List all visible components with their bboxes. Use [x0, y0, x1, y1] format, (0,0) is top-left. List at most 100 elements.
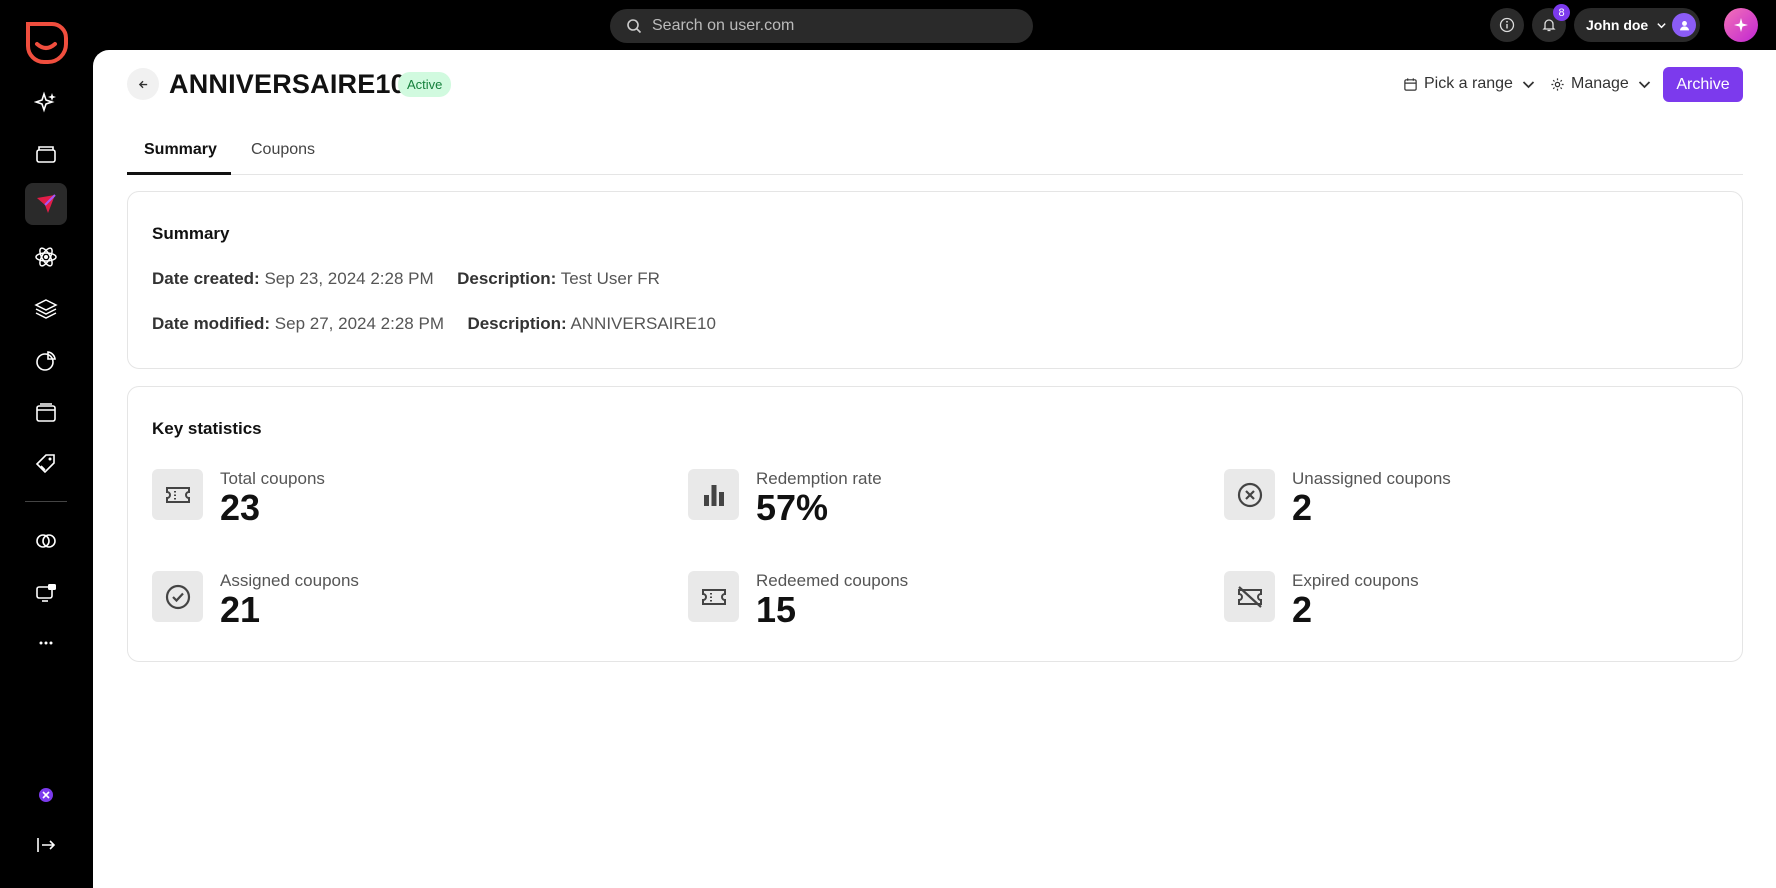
stat-value: 2: [1292, 487, 1313, 528]
stat-value: 23: [220, 487, 261, 528]
date-modified-value: Sep 27, 2024 2:28 PM: [274, 314, 444, 333]
stat-value: 57%: [756, 487, 829, 528]
sidebar-item-chat[interactable]: [25, 572, 67, 614]
sidebar-item-integrations[interactable]: [25, 520, 67, 562]
stat-assigned-coupons: Assigned coupons 21: [152, 571, 552, 631]
sidebar-item-reports[interactable]: [25, 340, 67, 382]
stat-value: 21: [220, 589, 261, 630]
tab-summary[interactable]: Summary: [144, 100, 217, 200]
description-label: Description:: [457, 269, 557, 288]
search-input[interactable]: [652, 17, 992, 35]
summary-row-created: Date created: Sep 23, 2024 2:28 PM Descr…: [152, 269, 660, 289]
arrow-left-icon: [138, 80, 147, 88]
send-icon: [37, 194, 56, 213]
topbar: 8 John doe: [93, 0, 1776, 50]
atom-icon: [35, 247, 57, 267]
user-menu-button[interactable]: John doe: [1574, 8, 1700, 42]
page-title: ANNIVERSAIRE10: [169, 69, 406, 99]
brand-logo-icon[interactable]: [22, 18, 70, 66]
help-button[interactable]: [1490, 8, 1524, 42]
sidebar-item-workspace[interactable]: [25, 774, 67, 816]
bar-chart-icon: [688, 469, 739, 520]
bell-icon: [1542, 19, 1556, 32]
pie-chart-icon: [36, 351, 56, 371]
sidebar-item-collapse[interactable]: [25, 824, 67, 866]
search-icon: [627, 19, 642, 34]
sidebar-item-inbox[interactable]: [25, 133, 67, 175]
stat-label: Redeemed coupons: [756, 571, 909, 590]
description-label: Description:: [467, 314, 567, 333]
user-icon: [1679, 20, 1689, 30]
stat-label: Expired coupons: [1292, 571, 1419, 590]
stat-label: Assigned coupons: [220, 571, 359, 590]
stat-label: Redemption rate: [756, 469, 882, 488]
stat-redeemed-coupons: Redeemed coupons 15: [688, 571, 1088, 631]
ticket-icon: [152, 469, 203, 520]
description-value: Test User FR: [560, 269, 660, 288]
chevron-down-icon: [1638, 80, 1650, 88]
sparkles-icon: [34, 91, 56, 113]
check-circle-icon: [152, 571, 203, 622]
calendar-icon: [1404, 77, 1417, 91]
sidebar: [0, 0, 93, 888]
active-tab-indicator: [127, 172, 231, 175]
key-statistics-card: Key statistics Total coupons 23 Redempti…: [127, 386, 1743, 662]
sidebar-item-segments[interactable]: [25, 288, 67, 330]
sidebar-item-ai[interactable]: [25, 82, 67, 124]
key-statistics-title: Key statistics: [152, 419, 262, 438]
monitor-chat-icon: [36, 584, 56, 602]
archive-button[interactable]: Archive: [1663, 67, 1743, 102]
stat-value: 2: [1292, 589, 1313, 630]
stat-label: Total coupons: [220, 469, 325, 488]
date-modified-label: Date modified:: [152, 314, 271, 333]
stat-label: Unassigned coupons: [1292, 469, 1451, 488]
sidebar-item-more[interactable]: [25, 622, 67, 664]
stat-expired-coupons: Expired coupons 2: [1224, 571, 1624, 631]
summary-card: Summary Date created: Sep 23, 2024 2:28 …: [127, 191, 1743, 369]
workspace-badge-icon: [39, 788, 53, 802]
sidebar-divider: [25, 501, 67, 502]
tab-coupons[interactable]: Coupons: [251, 100, 315, 200]
sidebar-item-coupons[interactable]: [25, 443, 67, 485]
layers-icon: [34, 299, 58, 319]
status-badge: Active: [398, 72, 452, 97]
manage-dropdown[interactable]: Manage: [1550, 72, 1652, 96]
notifications-button[interactable]: 8: [1532, 4, 1570, 42]
gear-icon: [1551, 77, 1564, 91]
stat-total-coupons: Total coupons 23: [152, 469, 552, 529]
stat-value: 15: [756, 589, 797, 630]
stat-redemption-rate: Redemption rate 57%: [688, 469, 1088, 529]
x-circle-icon: [1224, 469, 1275, 520]
more-horizontal-icon: [39, 641, 53, 645]
notifications-count-badge: 8: [1553, 4, 1570, 21]
app-root: 8 John doe ANNIVERSAIRE10 Active Pick a …: [0, 0, 1776, 888]
pick-range-label: Pick a range: [1424, 75, 1513, 92]
stat-unassigned-coupons: Unassigned coupons 2: [1224, 469, 1624, 529]
description-value: ANNIVERSAIRE10: [570, 314, 716, 333]
main-panel: ANNIVERSAIRE10 Active Pick a range Manag…: [93, 50, 1776, 888]
date-created-label: Date created:: [152, 269, 260, 288]
sparkle-icon: [1734, 18, 1748, 32]
search-box[interactable]: [610, 9, 1033, 43]
sidebar-item-pages[interactable]: [25, 392, 67, 434]
date-created-value: Sep 23, 2024 2:28 PM: [264, 269, 434, 288]
tabs-divider: [127, 174, 1743, 175]
ai-assistant-button[interactable]: [1724, 8, 1758, 42]
sidebar-item-campaigns[interactable]: [25, 183, 67, 225]
info-icon: [1499, 17, 1515, 33]
summary-row-modified: Date modified: Sep 27, 2024 2:28 PM Desc…: [152, 314, 716, 334]
manage-label: Manage: [1571, 75, 1629, 92]
user-name: John doe: [1586, 17, 1649, 33]
ticket-off-icon: [1224, 571, 1275, 622]
chevron-down-icon: [1657, 22, 1666, 28]
folder-stack-icon: [36, 146, 56, 163]
sidebar-item-automation[interactable]: [25, 236, 67, 278]
overlap-circles-icon: [36, 534, 56, 548]
browser-window-icon: [36, 403, 56, 422]
collapse-arrow-icon: [37, 838, 56, 852]
ticket-icon: [688, 571, 739, 622]
tags-icon: [35, 454, 55, 474]
back-button[interactable]: [127, 68, 159, 100]
summary-title: Summary: [152, 224, 230, 243]
pick-range-dropdown[interactable]: Pick a range: [1403, 72, 1536, 96]
